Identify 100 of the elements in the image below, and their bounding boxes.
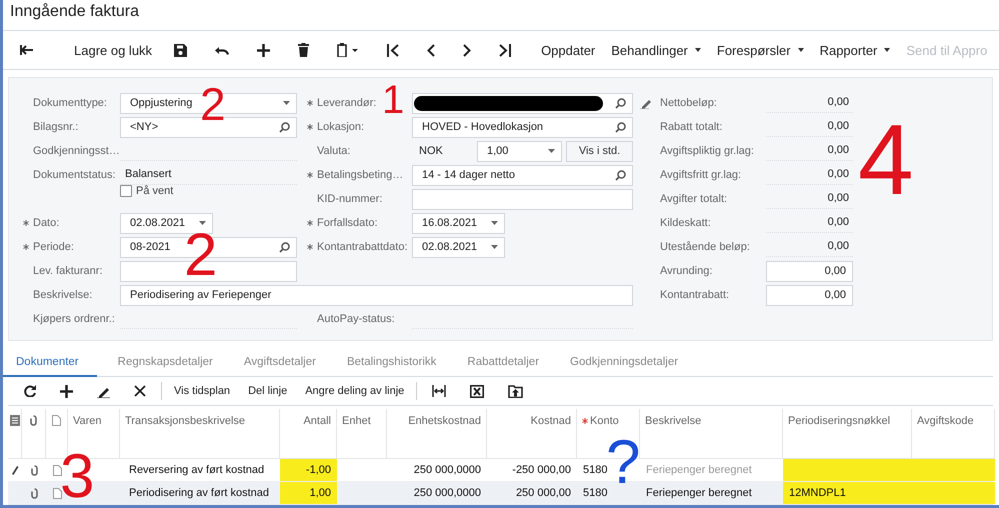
lookup-field[interactable]: HOVED - Hovedlokasjon <box>412 116 633 138</box>
date-field[interactable]: 02.08.2021 <box>412 236 505 258</box>
field-label: Periode: <box>33 241 74 253</box>
currency-button[interactable]: Vis i std. <box>566 140 633 162</box>
column-header[interactable]: Enhetskostnad <box>408 415 481 427</box>
undo-icon[interactable] <box>215 45 230 55</box>
field-label: Kontantrabatt: <box>660 289 730 301</box>
field-value: 0,00 <box>828 120 849 132</box>
field-value: 0,00 <box>828 168 849 180</box>
save-icon[interactable] <box>174 44 188 56</box>
tab[interactable]: Betalingshistorikk <box>346 350 436 377</box>
date-field[interactable]: 16.08.2021 <box>412 212 505 234</box>
search-icon[interactable] <box>615 98 626 108</box>
field-label: Nettobeløp: <box>660 97 717 109</box>
field-label: Betalingsbeting… <box>317 169 404 181</box>
field-label: Leverandør: <box>317 97 376 109</box>
next-icon[interactable] <box>463 44 472 56</box>
search-icon[interactable] <box>279 122 290 132</box>
search-icon[interactable] <box>279 242 290 252</box>
table-cell: 12MNDPL1 <box>789 487 846 499</box>
tab[interactable]: Avgiftsdetaljer <box>244 350 316 377</box>
input-field[interactable]: 0,00 <box>766 260 853 282</box>
lookup-field[interactable]: 14 - 14 dager netto <box>412 164 633 186</box>
toolbar-button[interactable]: Del linje <box>239 379 296 403</box>
handwritten-mark: 4 <box>858 120 914 200</box>
field-label: Lokasjon: <box>317 121 364 133</box>
back-icon[interactable] <box>20 44 34 56</box>
lookup-field[interactable] <box>412 92 633 114</box>
field-value: Balansert <box>125 168 172 180</box>
caret-icon[interactable] <box>283 101 290 105</box>
attachment-icon <box>30 464 38 476</box>
rate-dropdown[interactable]: 1,00 <box>477 140 562 162</box>
handwritten-mark: 1 <box>382 84 404 116</box>
field-label: Utestående beløp: <box>660 241 750 253</box>
plus-icon[interactable] <box>257 44 270 56</box>
currency-value: NOK <box>418 145 444 157</box>
field-label: Avgiftspliktig gr.lag: <box>660 145 754 157</box>
plus-icon[interactable] <box>60 384 73 398</box>
field-label: Kjøpers ordrenr.: <box>33 313 115 325</box>
column-header[interactable]: Konto <box>590 415 619 427</box>
document-icon <box>52 464 62 476</box>
caret-icon[interactable] <box>199 221 206 225</box>
column-header[interactable]: Periodiseringsnøkkel <box>788 415 890 427</box>
tab[interactable]: Dokumenter <box>0 350 97 377</box>
refresh-icon[interactable] <box>24 385 36 397</box>
window-title: Inngående faktura <box>10 3 139 20</box>
fit-columns-icon[interactable] <box>432 385 446 397</box>
field-label: Forfallsdato: <box>317 217 378 229</box>
field-value: 0,00 <box>828 240 849 252</box>
search-icon[interactable] <box>615 170 626 180</box>
menu-button[interactable]: Rapporter <box>812 35 898 65</box>
date-field[interactable]: 02.08.2021 <box>120 212 213 234</box>
first-icon[interactable] <box>387 44 400 56</box>
clipboard-icon[interactable] <box>337 43 360 57</box>
checkbox-box[interactable] <box>120 185 132 197</box>
table-cell: Periodisering av ført kostnad <box>129 487 270 499</box>
upload-icon[interactable] <box>508 384 524 398</box>
search-icon[interactable] <box>615 122 626 132</box>
document-icon <box>52 488 62 498</box>
field-label: AutoPay-status: <box>317 313 395 325</box>
column-header[interactable]: Enhet <box>342 415 371 427</box>
toolbar-button[interactable]: Lagre og lukk <box>66 35 160 65</box>
tab[interactable]: Godkjenningsdetaljer <box>570 350 678 377</box>
delete-icon[interactable] <box>298 43 310 57</box>
last-icon[interactable] <box>499 44 512 56</box>
column-header[interactable]: Avgiftskode <box>917 415 974 427</box>
field-label: Rabatt totalt: <box>660 121 722 133</box>
previous-icon[interactable] <box>427 44 436 56</box>
input-field[interactable]: 0,00 <box>766 284 853 306</box>
delete-row-icon[interactable] <box>134 385 146 397</box>
toolbar-button[interactable]: Angre deling av linje <box>296 379 414 403</box>
export-icon[interactable] <box>470 384 484 398</box>
field-label: Beskrivelse: <box>33 289 92 301</box>
field-label: Bilagsnr.: <box>33 121 78 133</box>
input-field[interactable] <box>412 188 633 210</box>
field-value: 0,00 <box>828 96 849 108</box>
tab[interactable]: Rabattdetaljer <box>467 350 540 377</box>
column-header[interactable]: Varen <box>73 415 102 427</box>
field-label: Valuta: <box>317 145 350 157</box>
caret-icon[interactable] <box>548 149 555 153</box>
column-header[interactable]: Antall <box>303 415 331 427</box>
toolbar-button[interactable]: Oppdater <box>533 35 604 65</box>
table-cell: -250 000,00 <box>512 464 571 476</box>
field-label: Dokumenttype: <box>33 97 107 109</box>
table-cell: 250 000,00 <box>516 487 571 499</box>
column-header[interactable]: Beskrivelse <box>645 415 702 427</box>
input-field[interactable]: Periodisering av Feriepenger <box>120 284 633 306</box>
menu-button[interactable]: Forespørsler <box>708 35 812 65</box>
column-header[interactable]: Kostnad <box>530 415 571 427</box>
caret-icon[interactable] <box>491 221 498 225</box>
table-cell: 250 000,0000 <box>414 464 481 476</box>
toolbar-button[interactable]: Vis tidsplan <box>165 379 240 403</box>
field-label: Avgifter totalt: <box>660 193 728 205</box>
caret-icon[interactable] <box>491 245 498 249</box>
column-header[interactable]: Transaksjonsbeskrivelse <box>125 415 246 427</box>
menu-button[interactable]: Behandlinger <box>603 35 709 65</box>
table-cell: -1,00 <box>306 464 331 476</box>
tab[interactable]: Regnskapsdetaljer <box>118 350 213 377</box>
table-cell: Feriepenger beregnet <box>646 487 752 499</box>
field-label: Godkjenningsst… <box>33 145 120 157</box>
